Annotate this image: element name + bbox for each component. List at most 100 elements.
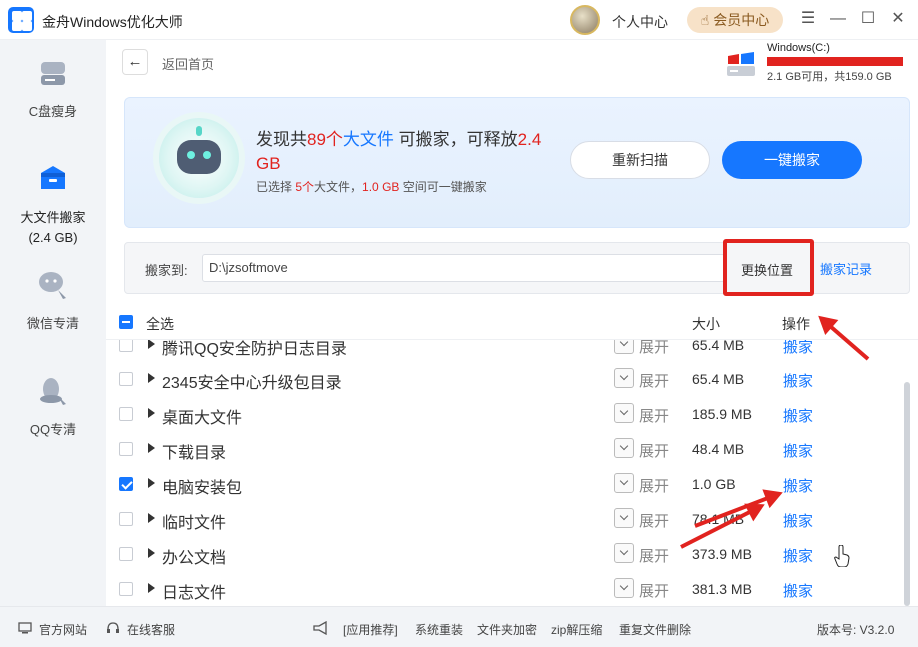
close-icon[interactable]: ✕: [887, 8, 909, 30]
sidebar-item-wechat-clean[interactable]: 微信专清: [0, 268, 106, 334]
row-move-button[interactable]: 搬家: [783, 370, 813, 391]
sidebar-item-qq-clean[interactable]: QQ专清: [0, 374, 106, 440]
footer-link-duplicate-delete[interactable]: 重复文件删除: [619, 621, 691, 638]
chevron-down-icon[interactable]: [614, 368, 634, 388]
row-checkbox[interactable]: [119, 512, 133, 526]
row-name: 腾讯QQ安全防护日志目录: [162, 341, 347, 358]
expand-triangle-icon[interactable]: [148, 478, 155, 488]
version-label: 版本号: V3.2.0: [817, 623, 895, 637]
move-history-link[interactable]: 搬家记录: [820, 259, 872, 278]
expand-button[interactable]: 展开: [639, 340, 669, 357]
chevron-down-icon[interactable]: [614, 340, 634, 354]
expand-button[interactable]: 展开: [639, 475, 669, 496]
one-click-move-button[interactable]: 一键搬家: [722, 141, 862, 179]
subline-mid: 大文件，: [314, 180, 363, 194]
change-location-highlight: [723, 239, 814, 296]
row-checkbox[interactable]: [119, 442, 133, 456]
headline-mid: 可搬家，可释放: [393, 130, 518, 149]
destination-path-field[interactable]: D:\jzsoftmove: [202, 254, 725, 282]
app-title: 金舟Windows优化大师: [42, 14, 183, 30]
avatar[interactable]: [570, 5, 600, 35]
row-move-button[interactable]: 搬家: [783, 440, 813, 461]
sidebar-item-label: 微信专清: [26, 316, 79, 331]
app-recommend-label: [应用推荐]: [343, 623, 398, 637]
headset-icon: [107, 622, 119, 633]
select-all-checkbox[interactable]: [119, 315, 133, 329]
row-move-button[interactable]: 搬家: [783, 475, 813, 496]
sidebar-item-sublabel: (2.4 GB): [28, 230, 78, 245]
disk-name: Windows(C:): [767, 42, 830, 54]
back-arrow-icon[interactable]: ←: [122, 49, 148, 75]
maximize-icon[interactable]: ☐: [857, 8, 879, 30]
user-center-link[interactable]: 个人中心: [612, 12, 668, 32]
chevron-down-icon[interactable]: [614, 543, 634, 563]
table-row: 日志文件 展开 381.3 MB 搬家: [106, 572, 906, 606]
expand-button[interactable]: 展开: [639, 440, 669, 461]
official-website-link[interactable]: 官方网站: [39, 621, 87, 638]
row-move-button[interactable]: 搬家: [783, 580, 813, 601]
disk-icon: [41, 62, 65, 85]
row-size: 65.4 MB: [692, 340, 745, 353]
chevron-down-icon[interactable]: [614, 578, 634, 598]
scrollbar[interactable]: [904, 382, 910, 606]
scan-result-banner: 发现共89个大文件 可搬家，可释放2.4 GB 已选择 5个大文件，1.0 GB…: [124, 97, 910, 228]
qq-icon: [40, 378, 66, 405]
subline-suffix: 空间可一键搬家: [399, 180, 487, 194]
column-size-header: 大小: [692, 316, 720, 332]
selection-summary: 已选择 5个大文件，1.0 GB 空间可一键搬家: [256, 178, 487, 195]
footer: 官方网站 在线客服 [应用推荐] 系统重装 文件夹加密 zip解压缩 重复文件删…: [0, 606, 918, 647]
expand-triangle-icon[interactable]: [148, 583, 155, 593]
expand-triangle-icon[interactable]: [148, 373, 155, 383]
row-checkbox[interactable]: [119, 547, 133, 561]
expand-button[interactable]: 展开: [639, 545, 669, 566]
chevron-down-icon[interactable]: [614, 473, 634, 493]
main-panel: ← 返回首页 Windows(C:) 2.1 GB可用，共159.0 GB 发现…: [106, 40, 918, 606]
row-checkbox[interactable]: [119, 477, 133, 491]
select-all-label[interactable]: 全选: [146, 314, 174, 334]
row-size: 48.4 MB: [692, 441, 745, 457]
table-row: 电脑安装包 展开 1.0 GB 搬家: [106, 467, 906, 502]
expand-triangle-icon[interactable]: [148, 548, 155, 558]
expand-button[interactable]: 展开: [639, 370, 669, 391]
back-home-link[interactable]: 返回首页: [162, 54, 214, 73]
row-checkbox[interactable]: [119, 372, 133, 386]
big-file-text: 大文件: [342, 130, 394, 149]
sidebar-item-c-disk[interactable]: C盘瘦身: [0, 56, 106, 122]
row-move-button[interactable]: 搬家: [783, 340, 813, 357]
menu-icon[interactable]: ☰: [797, 8, 819, 30]
row-move-button[interactable]: 搬家: [783, 405, 813, 426]
row-checkbox[interactable]: [119, 340, 133, 352]
minimize-icon[interactable]: —: [827, 8, 849, 30]
chevron-down-icon[interactable]: [614, 438, 634, 458]
disk-usage-bar: [767, 57, 903, 66]
expand-triangle-icon[interactable]: [148, 340, 155, 349]
footer-link-folder-encrypt[interactable]: 文件夹加密: [477, 621, 537, 638]
row-size: 381.3 MB: [692, 581, 752, 597]
expand-triangle-icon[interactable]: [148, 408, 155, 418]
row-size: 373.9 MB: [692, 546, 752, 562]
file-count: 89个: [307, 130, 343, 149]
expand-button[interactable]: 展开: [639, 405, 669, 426]
online-support-link[interactable]: 在线客服: [127, 621, 175, 638]
table-row: 临时文件 展开 78.1 MB 搬家: [106, 502, 906, 537]
footer-link-reinstall[interactable]: 系统重装: [415, 621, 463, 638]
expand-triangle-icon[interactable]: [148, 513, 155, 523]
vip-center-button[interactable]: ☝ 会员中心: [687, 7, 783, 33]
row-checkbox[interactable]: [119, 582, 133, 596]
sidebar-item-big-file-move[interactable]: 大文件搬家 (2.4 GB): [0, 162, 106, 248]
rescan-button[interactable]: 重新扫描: [570, 141, 710, 179]
row-move-button[interactable]: 搬家: [783, 545, 813, 566]
chevron-down-icon[interactable]: [614, 508, 634, 528]
row-move-button[interactable]: 搬家: [783, 510, 813, 531]
expand-button[interactable]: 展开: [639, 580, 669, 601]
expand-triangle-icon[interactable]: [148, 443, 155, 453]
chevron-down-icon[interactable]: [614, 403, 634, 423]
row-checkbox[interactable]: [119, 407, 133, 421]
file-list: 腾讯QQ安全防护日志目录 展开 65.4 MB 搬家 2345安全中心升级包目录…: [106, 340, 918, 606]
table-row: 下载目录 展开 48.4 MB 搬家: [106, 432, 906, 467]
footer-link-zip[interactable]: zip解压缩: [551, 621, 602, 638]
disk-info: 2.1 GB可用，共159.0 GB: [767, 71, 892, 83]
row-name: 电脑安装包: [162, 480, 243, 497]
box-icon: [41, 166, 65, 189]
expand-button[interactable]: 展开: [639, 510, 669, 531]
